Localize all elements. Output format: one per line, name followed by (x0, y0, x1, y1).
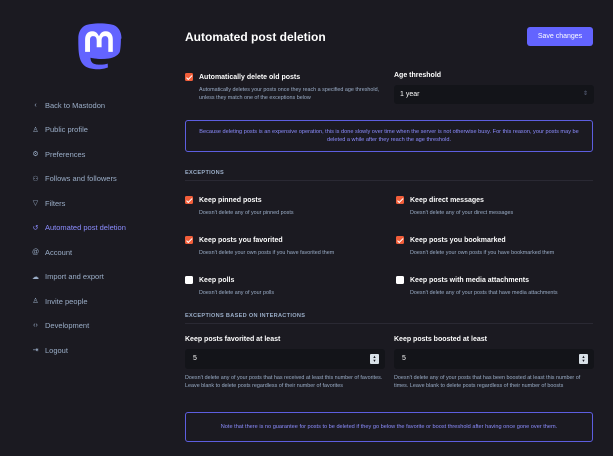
keep-favorited-label: Keep posts you favorited (199, 236, 283, 244)
sidebar-item-label: Invite people (45, 296, 88, 306)
sidebar-item-account[interactable]: @ Account (0, 240, 170, 265)
chevron-updown-icon: ⇕ (582, 91, 588, 97)
keep-direct-label: Keep direct messages (410, 196, 484, 204)
auto-delete-hint: Automatically deletes your posts once th… (199, 87, 380, 101)
keep-polls-checkbox[interactable] (185, 276, 193, 284)
gear-icon: ⚙ (32, 151, 39, 159)
mastodon-logo-icon[interactable] (74, 21, 124, 75)
favorites-threshold-label: Keep posts favorited at least (185, 336, 281, 343)
deletion-notice-text: Because deleting posts is an expensive o… (199, 128, 579, 144)
exceptions-heading: EXCEPTIONS (185, 170, 593, 181)
boosts-stepper[interactable]: ▲ ▼ (579, 354, 588, 364)
keep-direct-hint: Doesn't delete any of your direct messag… (410, 210, 514, 216)
keep-polls-label: Keep polls (199, 276, 235, 284)
interactions-heading: EXCEPTIONS BASED ON INTERACTIONS (185, 313, 593, 324)
sidebar-item-label: Automated post deletion (45, 223, 126, 233)
main-content: Automated post deletion Save changes Aut… (170, 0, 613, 456)
page-title: Automated post deletion (185, 30, 326, 44)
person-icon: ♙ (32, 126, 39, 134)
sidebar-item-label: Import and export (45, 272, 104, 282)
keep-bookmarked-label: Keep posts you bookmarked (410, 236, 506, 244)
logout-icon: ⇥ (32, 347, 39, 355)
sidebar: ‹ Back to Mastodon ♙ Public profile ⚙ Pr… (0, 0, 170, 456)
keep-pinned-label: Keep pinned posts (199, 196, 262, 204)
sidebar-item-automated-post-deletion[interactable]: ↺ Automated post deletion (0, 216, 170, 241)
keep-favorited-checkbox[interactable] (185, 236, 193, 244)
keep-bookmarked-hint: Doesn't delete your own posts if you hav… (410, 250, 555, 256)
filter-icon: ▽ (32, 200, 39, 208)
age-threshold-value: 1 year (400, 91, 420, 98)
auto-delete-checkbox[interactable] (185, 73, 193, 81)
sidebar-nav: ‹ Back to Mastodon ♙ Public profile ⚙ Pr… (0, 93, 170, 363)
age-threshold-label: Age threshold (394, 72, 442, 79)
sidebar-item-development[interactable]: ‹› Development (0, 314, 170, 339)
sidebar-item-label: Public profile (45, 125, 88, 135)
sidebar-item-invite-people[interactable]: ♙ Invite people (0, 289, 170, 314)
sidebar-item-import-and-export[interactable]: ☁ Import and export (0, 265, 170, 290)
sidebar-item-label: Preferences (45, 149, 86, 159)
boosts-threshold-label: Keep posts boosted at least (394, 336, 487, 343)
keep-media-checkbox[interactable] (396, 276, 404, 284)
keep-favorited-hint: Doesn't delete your own posts if you hav… (199, 250, 335, 256)
age-threshold-select[interactable]: 1 year ⇕ (394, 85, 594, 104)
keep-bookmarked-checkbox[interactable] (396, 236, 404, 244)
sidebar-item-label: Follows and followers (45, 174, 117, 184)
sidebar-item-label: Back to Mastodon (45, 100, 106, 110)
boosts-threshold-value: 5 (402, 355, 406, 362)
deletion-notice: Because deleting posts is an expensive o… (185, 120, 593, 152)
save-changes-button[interactable]: Save changes (527, 27, 593, 46)
keep-favorited-option: Keep posts you favorited Doesn't delete … (185, 236, 385, 257)
keep-pinned-checkbox[interactable] (185, 196, 193, 204)
keep-direct-option: Keep direct messages Doesn't delete any … (396, 196, 596, 217)
favorites-threshold-input[interactable]: 5 ▲ ▼ (185, 349, 385, 369)
keep-polls-hint: Doesn't delete any of your polls (199, 290, 275, 296)
sidebar-item-follows-and-followers[interactable]: ⚇ Follows and followers (0, 167, 170, 192)
sidebar-item-public-profile[interactable]: ♙ Public profile (0, 118, 170, 143)
cloud-icon: ☁ (32, 273, 39, 281)
sidebar-item-preferences[interactable]: ⚙ Preferences (0, 142, 170, 167)
keep-media-hint: Doesn't delete any of your posts that ha… (410, 290, 558, 296)
chevron-left-icon: ‹ (34, 101, 37, 109)
favorites-threshold-hint: Doesn't delete any of your posts that ha… (185, 375, 383, 389)
auto-delete-option: Automatically delete old posts Automatic… (185, 73, 380, 102)
sidebar-item-label: Account (45, 247, 73, 257)
at-icon: @ (31, 248, 40, 256)
favorites-threshold-value: 5 (193, 355, 197, 362)
keep-pinned-hint: Doesn't delete any of your pinned posts (199, 210, 294, 216)
keep-media-option: Keep posts with media attachments Doesn'… (396, 276, 596, 297)
boosts-threshold-input[interactable]: 5 ▲ ▼ (394, 349, 594, 369)
sidebar-item-label: Logout (45, 345, 68, 355)
sidebar-item-label: Development (45, 321, 90, 331)
auto-delete-label: Automatically delete old posts (199, 73, 301, 81)
sidebar-item-back-to-mastodon[interactable]: ‹ Back to Mastodon (0, 93, 170, 118)
boosts-threshold-hint: Doesn't delete any of your posts that ha… (394, 375, 581, 389)
favorites-stepper[interactable]: ▲ ▼ (370, 354, 379, 364)
sidebar-item-label: Filters (45, 198, 66, 208)
keep-media-label: Keep posts with media attachments (410, 276, 530, 284)
threshold-notice-text: Note that there is no guarantee for post… (220, 423, 558, 430)
keep-direct-checkbox[interactable] (396, 196, 404, 204)
history-icon: ↺ (32, 224, 39, 232)
keep-bookmarked-option: Keep posts you bookmarked Doesn't delete… (396, 236, 596, 257)
keep-polls-option: Keep polls Doesn't delete any of your po… (185, 276, 385, 297)
keep-pinned-option: Keep pinned posts Doesn't delete any of … (185, 196, 385, 217)
person-add-icon: ♙ (32, 298, 39, 306)
sidebar-item-filters[interactable]: ▽ Filters (0, 191, 170, 216)
code-icon: ‹› (33, 322, 38, 330)
threshold-notice: Note that there is no guarantee for post… (185, 412, 593, 442)
people-icon: ⚇ (32, 175, 39, 183)
sidebar-item-logout[interactable]: ⇥ Logout (0, 338, 170, 363)
